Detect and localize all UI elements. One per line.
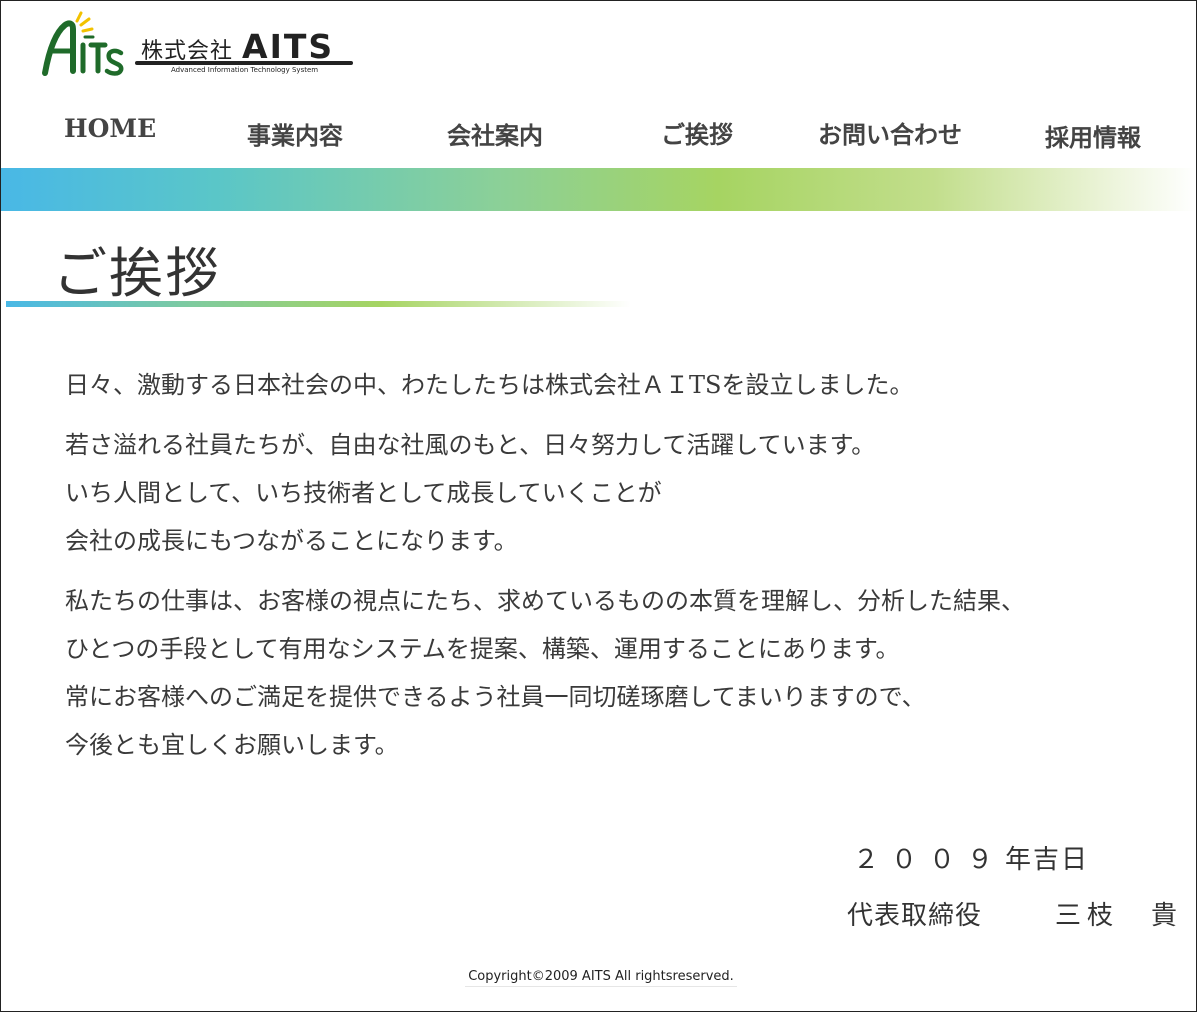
message-line: 今後とも宜しくお願いします。 — [65, 731, 399, 759]
nav-item-contact[interactable]: お問い合わせ — [818, 115, 962, 150]
message-line: ひとつの手段として有用なシステムを提案、構築、運用することにあります。 — [65, 635, 900, 663]
aits-logo-icon — [42, 11, 124, 76]
message-line: いち人間として、いち技術者として成長していくことが — [65, 479, 662, 507]
title-underline — [6, 301, 631, 307]
main-nav: HOME 事業内容 会社案内 ご挨拶 お問い合わせ 採用情報 — [1, 111, 1196, 155]
nav-item-recruit[interactable]: 採用情報 — [1045, 118, 1141, 153]
message-line: 私たちの仕事は、お客様の視点にたち、求めているものの本質を理解し、分析した結果、 — [65, 587, 1025, 615]
header-gradient-band — [1, 168, 1196, 211]
nav-item-home[interactable]: HOME — [64, 114, 156, 143]
page-frame: 株式会社 AITS Advanced Information Technolog… — [0, 0, 1197, 1012]
page-title: ご挨拶 — [53, 242, 221, 305]
message-line: 常にお客様へのご満足を提供できるよう社員一同切磋琢磨してまいりますので、 — [65, 683, 926, 711]
message-line: 会社の成長にもつながることになります。 — [65, 527, 518, 555]
logo-underline — [135, 61, 353, 65]
greeting-message: 日々、激動する日本社会の中、わたしたちは株式会社ＡＩTSを設立しました。 若さ溢… — [65, 361, 1165, 781]
signature-name: 三枝 貴 — [1055, 901, 1184, 931]
message-line: 日々、激動する日本社会の中、わたしたちは株式会社ＡＩTSを設立しました。 — [65, 371, 914, 399]
message-line: 若さ溢れる社員たちが、自由な社風のもと、日々努力して活躍しています。 — [65, 431, 876, 459]
company-tagline: Advanced Information Technology System — [171, 66, 319, 74]
site-logo[interactable]: 株式会社 AITS Advanced Information Technolog… — [39, 11, 359, 81]
nav-item-greeting[interactable]: ご挨拶 — [661, 115, 733, 150]
copyright: Copyright©2009 AITS All rightsreserved. — [465, 969, 737, 987]
nav-item-business[interactable]: 事業内容 — [247, 116, 343, 151]
signature-date-tail: 年吉日 — [1005, 845, 1090, 875]
signature-role: 代表取締役 — [847, 901, 983, 931]
signature-date: ２００９年吉日 — [853, 839, 1089, 876]
message-paragraph: 私たちの仕事は、お客様の視点にたち、求めているものの本質を理解し、分析した結果、… — [65, 577, 1165, 769]
nav-item-company[interactable]: 会社案内 — [447, 116, 543, 151]
signature-date-digits: ２００９ — [853, 845, 1006, 875]
message-paragraph: 日々、激動する日本社会の中、わたしたちは株式会社ＡＩTSを設立しました。 — [65, 361, 1165, 409]
message-paragraph: 若さ溢れる社員たちが、自由な社風のもと、日々努力して活躍しています。 いち人間と… — [65, 421, 1165, 565]
